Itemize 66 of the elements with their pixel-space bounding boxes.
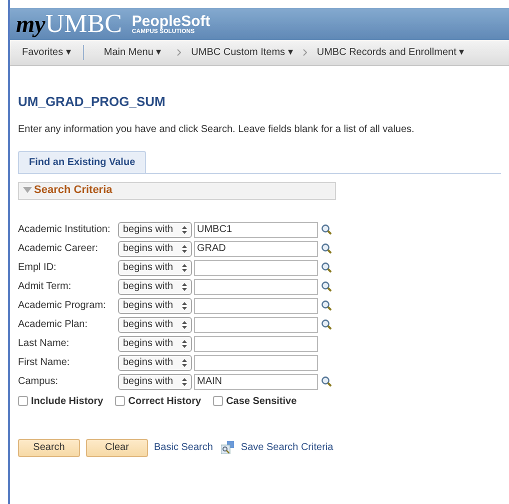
search-icon[interactable]	[321, 319, 332, 330]
instructions-text: Enter any information you have and click Search. Leave fields blank for a list of all values.	[18, 122, 416, 136]
search-icon[interactable]	[321, 243, 332, 254]
nav-menu[interactable]: Favorites ▾	[10, 45, 84, 60]
checkbox[interactable]	[115, 396, 126, 406]
updown-icon	[182, 264, 187, 272]
checkbox-label: Correct History	[128, 394, 202, 408]
operator-dropdown[interactable]: begins with	[118, 336, 192, 352]
operator-dropdown[interactable]: begins with	[118, 374, 192, 390]
link[interactable]: Save Search Criteria	[240, 440, 334, 455]
operator-dropdown[interactable]: begins with	[118, 354, 192, 370]
input-field[interactable]: MAIN	[194, 374, 318, 390]
search-icon[interactable]	[321, 300, 332, 311]
save-search-icon[interactable]	[220, 441, 235, 454]
nav-menu[interactable]: UMBC Records and Enrollment ▾	[312, 45, 468, 60]
operator-dropdown[interactable]: begins with	[118, 240, 192, 256]
field-label: Academic Career:	[18, 242, 100, 256]
field-label: Empl ID:	[18, 261, 58, 275]
product-name: PeopleSoft	[132, 14, 210, 28]
page-title: UM_GRAD_PROG_SUM	[18, 93, 166, 111]
input-field[interactable]	[194, 336, 318, 352]
updown-icon	[182, 244, 187, 252]
nav-menu[interactable]: Main Menu ▾	[100, 45, 166, 60]
updown-icon	[182, 320, 187, 328]
updown-icon	[182, 282, 187, 290]
operator-dropdown[interactable]: begins with	[118, 222, 192, 238]
operator-dropdown[interactable]: begins with	[118, 260, 192, 276]
checkbox-label: Include History	[31, 394, 104, 408]
operator-dropdown[interactable]: begins with	[118, 298, 192, 314]
action-button[interactable]: Clear	[86, 438, 148, 456]
input-field[interactable]	[194, 354, 318, 370]
field-label: Admit Term:	[18, 280, 72, 294]
field-label: First Name:	[18, 356, 71, 370]
nav-menu[interactable]: UMBC Custom Items ▾	[187, 45, 297, 60]
section-header[interactable]: Search Criteria	[18, 182, 336, 200]
field-label: Campus:	[18, 375, 60, 389]
link[interactable]: Basic Search	[154, 440, 213, 455]
checkbox[interactable]	[213, 396, 224, 406]
input-field[interactable]	[194, 260, 318, 276]
updown-icon	[182, 358, 187, 366]
operator-dropdown[interactable]: begins with	[118, 278, 192, 294]
tab[interactable]: Find an Existing Value	[18, 150, 146, 172]
search-icon[interactable]	[321, 376, 332, 387]
field-label: Academic Program:	[18, 299, 107, 313]
field-label: Academic Institution:	[18, 223, 112, 237]
input-field[interactable]: GRAD	[194, 240, 318, 256]
input-field[interactable]: UMBC1	[194, 222, 318, 238]
updown-icon	[182, 378, 187, 386]
action-button[interactable]: Search	[18, 438, 80, 456]
input-field[interactable]	[194, 316, 318, 332]
checkbox[interactable]	[18, 396, 28, 406]
updown-icon	[182, 226, 187, 234]
updown-icon	[182, 302, 187, 310]
triangle-icon	[23, 187, 32, 194]
field-label: Last Name:	[18, 337, 70, 351]
operator-dropdown[interactable]: begins with	[118, 316, 192, 332]
logo-text: UMBC	[45, 11, 122, 37]
input-field[interactable]	[194, 278, 318, 294]
updown-icon	[182, 340, 187, 348]
input-field[interactable]	[194, 298, 318, 314]
checkbox-label: Case Sensitive	[226, 394, 297, 408]
search-icon[interactable]	[321, 224, 332, 235]
search-icon[interactable]	[321, 262, 332, 273]
search-icon[interactable]	[321, 281, 332, 292]
logo-text: my	[16, 13, 46, 37]
field-label: Academic Plan:	[18, 318, 88, 332]
